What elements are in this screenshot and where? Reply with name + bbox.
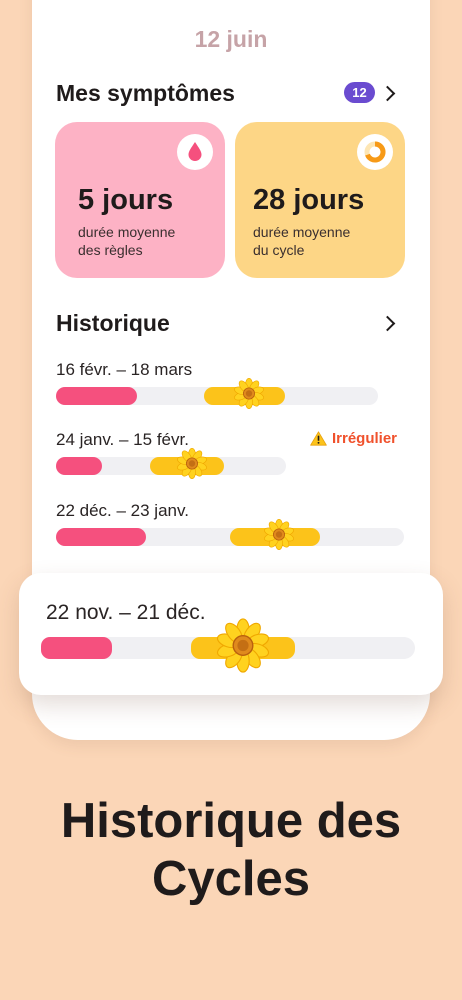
ovulation-flower-icon xyxy=(263,518,295,556)
cycle-bar[interactable] xyxy=(41,618,415,673)
history-title[interactable]: Historique xyxy=(56,310,170,337)
cycle-length-desc: durée moyenne du cycle xyxy=(253,224,351,258)
period-length-value: 5 jours xyxy=(78,184,174,216)
cycle-length-card[interactable]: 28 jours durée moyenne du cycle xyxy=(235,122,405,278)
period-segment xyxy=(56,528,147,546)
ovulation-flower-icon xyxy=(233,377,265,415)
cycle-label: 22 déc. – 23 janv. xyxy=(56,501,189,520)
current-date: 12 juin xyxy=(194,26,268,52)
period-segment xyxy=(56,457,102,475)
cycle-label: 16 févr. – 18 mars xyxy=(56,360,193,379)
period-length-card[interactable]: 5 jours durée moyenne des règles xyxy=(55,122,225,278)
highlighted-cycle-card[interactable]: 22 nov. – 21 déc. xyxy=(19,573,443,695)
cycle-bar[interactable] xyxy=(56,377,378,410)
period-segment xyxy=(56,387,137,405)
cycle-bar[interactable] xyxy=(56,518,404,551)
period-segment xyxy=(41,637,113,659)
cycle-label: 24 janv. – 15 févr. xyxy=(56,430,189,449)
irregular-warning: Irrégulier xyxy=(310,430,397,447)
ovulation-flower-icon xyxy=(176,447,208,485)
symptoms-count-badge: 12 xyxy=(344,82,375,103)
symptoms-title[interactable]: Mes symptômes xyxy=(56,80,235,107)
cycle-ring-icon xyxy=(357,134,393,170)
cycle-bar[interactable] xyxy=(56,447,286,480)
warning-icon xyxy=(310,431,327,446)
drop-icon xyxy=(177,134,213,170)
highlighted-cycle-label: 22 nov. – 21 déc. xyxy=(46,601,206,624)
ovulation-flower-icon xyxy=(215,618,271,679)
headline: Historique des Cycles xyxy=(60,794,402,906)
cycle-length-value: 28 jours xyxy=(253,184,365,216)
period-length-desc: durée moyenne des règles xyxy=(78,224,176,258)
